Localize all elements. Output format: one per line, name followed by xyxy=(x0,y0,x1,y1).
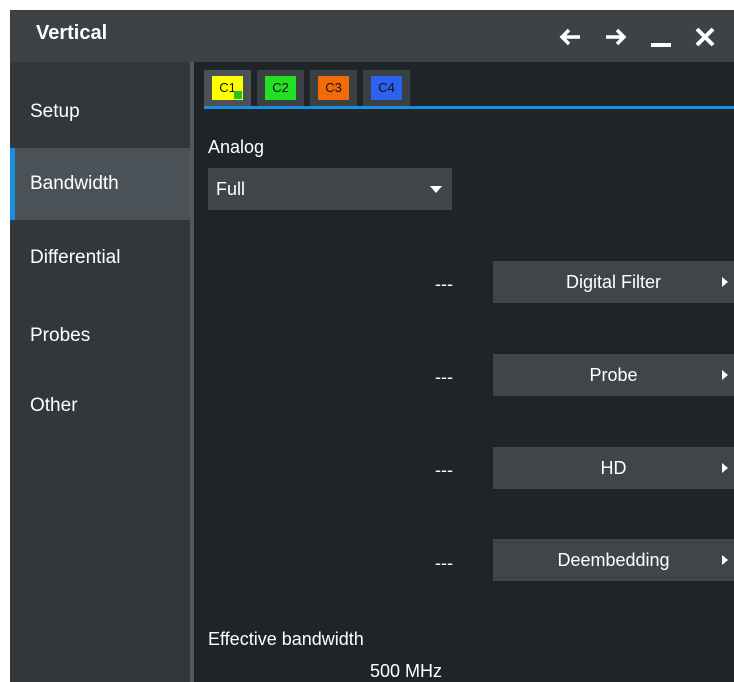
bandwidth-panel: C1 C2 C3 C4 Analog Full --- Digital Filt… xyxy=(194,62,734,682)
hd-button-label: HD xyxy=(600,458,627,478)
tab-c3-swatch: C3 xyxy=(318,76,349,100)
back-arrow-icon[interactable] xyxy=(558,25,582,49)
tab-c2-swatch: C2 xyxy=(265,76,296,100)
digital-filter-value: --- xyxy=(435,274,453,294)
submenu-arrow-icon xyxy=(722,370,728,380)
analog-dropdown[interactable]: Full xyxy=(208,168,452,210)
sidebar-item-bandwidth[interactable]: Bandwidth xyxy=(10,148,190,220)
close-icon[interactable] xyxy=(694,25,716,49)
digital-filter-button[interactable]: Digital Filter xyxy=(493,261,734,303)
forward-arrow-icon[interactable] xyxy=(604,25,628,49)
sidebar: Setup Bandwidth Differential Probes Othe… xyxy=(10,62,190,682)
effective-bandwidth-label: Effective bandwidth xyxy=(208,629,364,649)
digital-filter-button-label: Digital Filter xyxy=(565,272,662,292)
sidebar-item-setup[interactable]: Setup xyxy=(10,76,190,148)
hd-button[interactable]: HD xyxy=(493,447,734,489)
chevron-down-icon xyxy=(430,186,442,193)
probe-button[interactable]: Probe xyxy=(493,354,734,396)
deembedding-button-label: Deembedding xyxy=(557,550,670,570)
submenu-arrow-icon xyxy=(722,463,728,473)
tab-c3[interactable]: C3 xyxy=(310,70,357,106)
sidebar-item-differential[interactable]: Differential xyxy=(10,222,190,294)
active-channel-indicator xyxy=(234,91,242,99)
tab-c2[interactable]: C2 xyxy=(257,70,304,106)
channel-tabs: C1 C2 C3 C4 xyxy=(204,70,410,106)
analog-dropdown-value: Full xyxy=(216,179,246,199)
tab-c4-swatch: C4 xyxy=(371,76,402,100)
probe-button-label: Probe xyxy=(589,365,638,385)
title-bar: Vertical xyxy=(10,10,734,62)
tab-c1-swatch: C1 xyxy=(212,76,243,100)
deembedding-button[interactable]: Deembedding xyxy=(493,539,734,581)
vertical-dialog: Vertical Setup Bandwidth Differential Pr… xyxy=(10,10,734,682)
submenu-arrow-icon xyxy=(722,555,728,565)
sidebar-item-probes[interactable]: Probes xyxy=(10,300,190,372)
deembedding-value: --- xyxy=(435,553,453,573)
submenu-arrow-icon xyxy=(722,277,728,287)
tab-c4-label: C4 xyxy=(378,80,395,95)
effective-bandwidth-value: 500 MHz xyxy=(370,661,443,681)
tab-underline xyxy=(204,106,734,109)
tab-c3-label: C3 xyxy=(325,80,342,95)
dialog-title: Vertical xyxy=(36,22,108,44)
analog-label: Analog xyxy=(208,137,265,157)
sidebar-item-other[interactable]: Other xyxy=(10,370,190,442)
tab-c1[interactable]: C1 xyxy=(204,70,251,106)
hd-value: --- xyxy=(435,460,453,480)
minimize-icon[interactable] xyxy=(650,25,672,49)
tab-c2-label: C2 xyxy=(272,80,289,95)
probe-value: --- xyxy=(435,367,453,387)
tab-c4[interactable]: C4 xyxy=(363,70,410,106)
